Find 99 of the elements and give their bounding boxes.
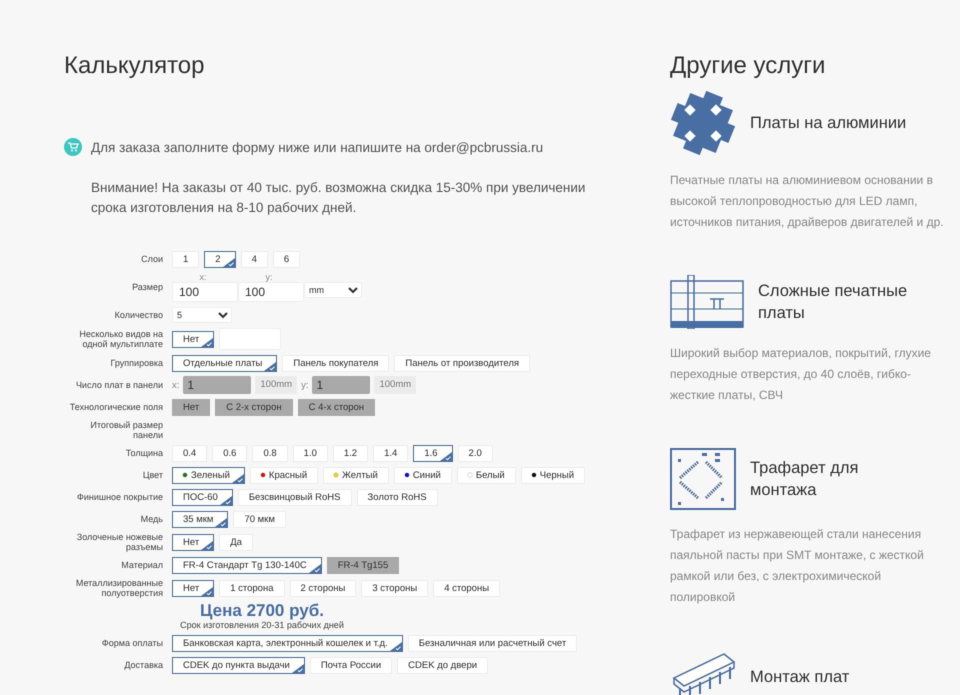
count-input[interactable]: 1 <box>312 376 370 394</box>
field-label: Металлизированные полуотверстия <box>74 578 163 598</box>
option-button[interactable]: Зеленый <box>172 466 245 484</box>
check-corner-icon <box>292 664 304 672</box>
unit-select[interactable]: mm <box>304 282 362 298</box>
service-description: Широкий выбор материалов, покрытий, глухие переходные отверстия, до 40 слоёв, гибко-жесткие платы, СВЧ <box>670 345 932 404</box>
option-button[interactable]: Черный <box>520 466 586 484</box>
field-label: Цвет <box>142 470 163 480</box>
field-label: Размер <box>131 282 163 292</box>
service-title[interactable]: Монтаж плат <box>750 666 850 688</box>
unit-label: 100mm <box>374 376 416 394</box>
option-button[interactable]: 1 <box>172 250 200 268</box>
check-corner-icon <box>390 642 402 650</box>
option-button[interactable]: 1 сторона <box>219 580 284 596</box>
field-label: Количество <box>114 310 163 320</box>
option-button[interactable]: Да <box>219 534 253 550</box>
option-button[interactable]: 35 мкм <box>172 510 228 528</box>
field-label: Медь <box>140 514 163 524</box>
option-button[interactable]: ПОС-60 <box>172 488 233 506</box>
chip-icon <box>670 650 736 695</box>
option-button[interactable]: Безналичная или расчетный счет <box>408 634 578 652</box>
axis-label: x: <box>172 380 180 390</box>
check-corner-icon <box>201 540 214 550</box>
cart-icon <box>64 138 82 156</box>
axis-label: y: <box>301 380 308 390</box>
option-button[interactable]: Золото RoHS <box>356 488 438 506</box>
chip-stencil-icon <box>670 448 736 510</box>
option-button[interactable]: Красный <box>250 466 318 484</box>
option-button[interactable]: 1.2 <box>332 444 368 462</box>
option-button[interactable]: CDEK до пункта выдачи <box>172 656 305 674</box>
option-button[interactable]: 1.4 <box>373 444 408 462</box>
page-title: Калькулятор <box>64 51 206 81</box>
check-corner-icon <box>232 474 244 482</box>
axis-label: y: <box>264 272 274 282</box>
width-input[interactable]: 100 <box>172 282 238 302</box>
service-title[interactable]: Трафарет для монтажа <box>750 457 925 501</box>
field-label: Золоченые ножевые разъемы <box>76 532 163 552</box>
discount-notice: Внимание! На заказы от 40 тыс. руб. возможна скидка 15-30% при увеличении срока изготовления на 8-10 рабочих дней. <box>91 179 586 217</box>
option-button[interactable]: 4 <box>240 250 268 268</box>
option-button[interactable]: FR-4 Стандарт Tg 130-140C <box>172 556 322 574</box>
option-button[interactable]: Отдельные платы <box>172 354 278 372</box>
option-button[interactable]: Желтый <box>323 466 389 484</box>
option-button[interactable]: Нет <box>172 534 214 550</box>
check-corner-icon <box>201 338 214 346</box>
option-button[interactable]: Нет <box>172 330 214 348</box>
field-label: Доставка <box>123 660 163 670</box>
option-button[interactable]: Почта России <box>310 656 392 674</box>
field-label: Группировка <box>110 358 163 368</box>
option-button[interactable]: 1.6 <box>413 444 453 462</box>
check-corner-icon <box>440 452 452 460</box>
option-button[interactable]: 2 <box>204 250 236 268</box>
field-label: Форма оплаты <box>100 638 163 648</box>
check-corner-icon <box>215 518 228 526</box>
count-input[interactable]: 1 <box>183 376 252 394</box>
unit-label: 100mm <box>255 376 298 394</box>
axis-label: x: <box>198 272 208 282</box>
option-button[interactable]: 6 <box>272 250 300 268</box>
check-corner-icon <box>222 258 235 266</box>
circuit-board-icon <box>670 275 744 329</box>
star-board-icon <box>670 90 736 156</box>
option-button[interactable]: 4 стороны <box>433 580 500 596</box>
option-button[interactable]: 1.0 <box>292 444 328 462</box>
field-label: Материал <box>120 560 163 570</box>
option-button[interactable]: 0.4 <box>172 444 208 462</box>
service-description: Трафарет из нержавеющей стали нанесения паяльной пасты при SMT монтаже, с жесткой рамкой или без, с электрохимической полировкой <box>670 526 925 606</box>
order-note: Для заказа заполните форму ниже или напишите на order@pcbrussia.ru <box>91 140 544 154</box>
option-button[interactable]: 0.6 <box>212 444 248 462</box>
production-term: Срок изготовления 20-31 рабочих дней <box>180 620 344 630</box>
option-button[interactable]: Безсвинцовый RoHS <box>238 488 352 506</box>
field-label: Толщина <box>124 448 163 458</box>
check-corner-icon <box>201 586 214 596</box>
check-corner-icon <box>308 564 321 572</box>
option-button[interactable]: 70 мкм <box>233 510 286 528</box>
field-label: Технологические поля <box>68 402 163 412</box>
option-button[interactable]: Синий <box>394 466 452 484</box>
height-input[interactable]: 100 <box>238 282 304 302</box>
option-button[interactable]: 2 стороны <box>290 580 356 596</box>
option-button[interactable]: Белый <box>456 466 516 484</box>
field-label: Число плат в панели <box>74 380 163 390</box>
option-button[interactable]: Панель покупателя <box>282 354 390 372</box>
service-description: Печатные платы на алюминиевом основании в высокой теплопроводностью для LED ламп, источников питания, драйверов двигателей и др. <box>670 172 945 231</box>
field-label: Слои <box>140 254 163 264</box>
price-text: Цена 2700 руб. <box>200 602 324 620</box>
option-button[interactable]: Банковская карта, электронный кошелек и т.д. <box>172 634 403 652</box>
section-title: Другие услуги <box>670 51 826 81</box>
field-label: Итоговый размер панели <box>89 420 163 440</box>
option-button[interactable]: Нет <box>172 580 214 596</box>
field-label: Финишное покрытие <box>76 492 163 502</box>
option-button[interactable]: 3 стороны <box>361 580 428 596</box>
option-button[interactable]: 2.0 <box>458 444 493 462</box>
option-button[interactable]: Панель от производителя <box>394 354 530 372</box>
check-corner-icon <box>264 362 276 370</box>
quantity-select[interactable]: 5 <box>172 307 232 323</box>
option-button[interactable]: 0.8 <box>252 444 288 462</box>
service-title[interactable]: Сложные печатные платы <box>758 280 933 324</box>
option-button[interactable]: CDEK до двери <box>397 656 488 674</box>
check-corner-icon <box>220 496 232 504</box>
service-title[interactable]: Платы на алюминии <box>750 112 906 134</box>
field-label: Несколько видов на одной мультиплате <box>78 329 163 349</box>
